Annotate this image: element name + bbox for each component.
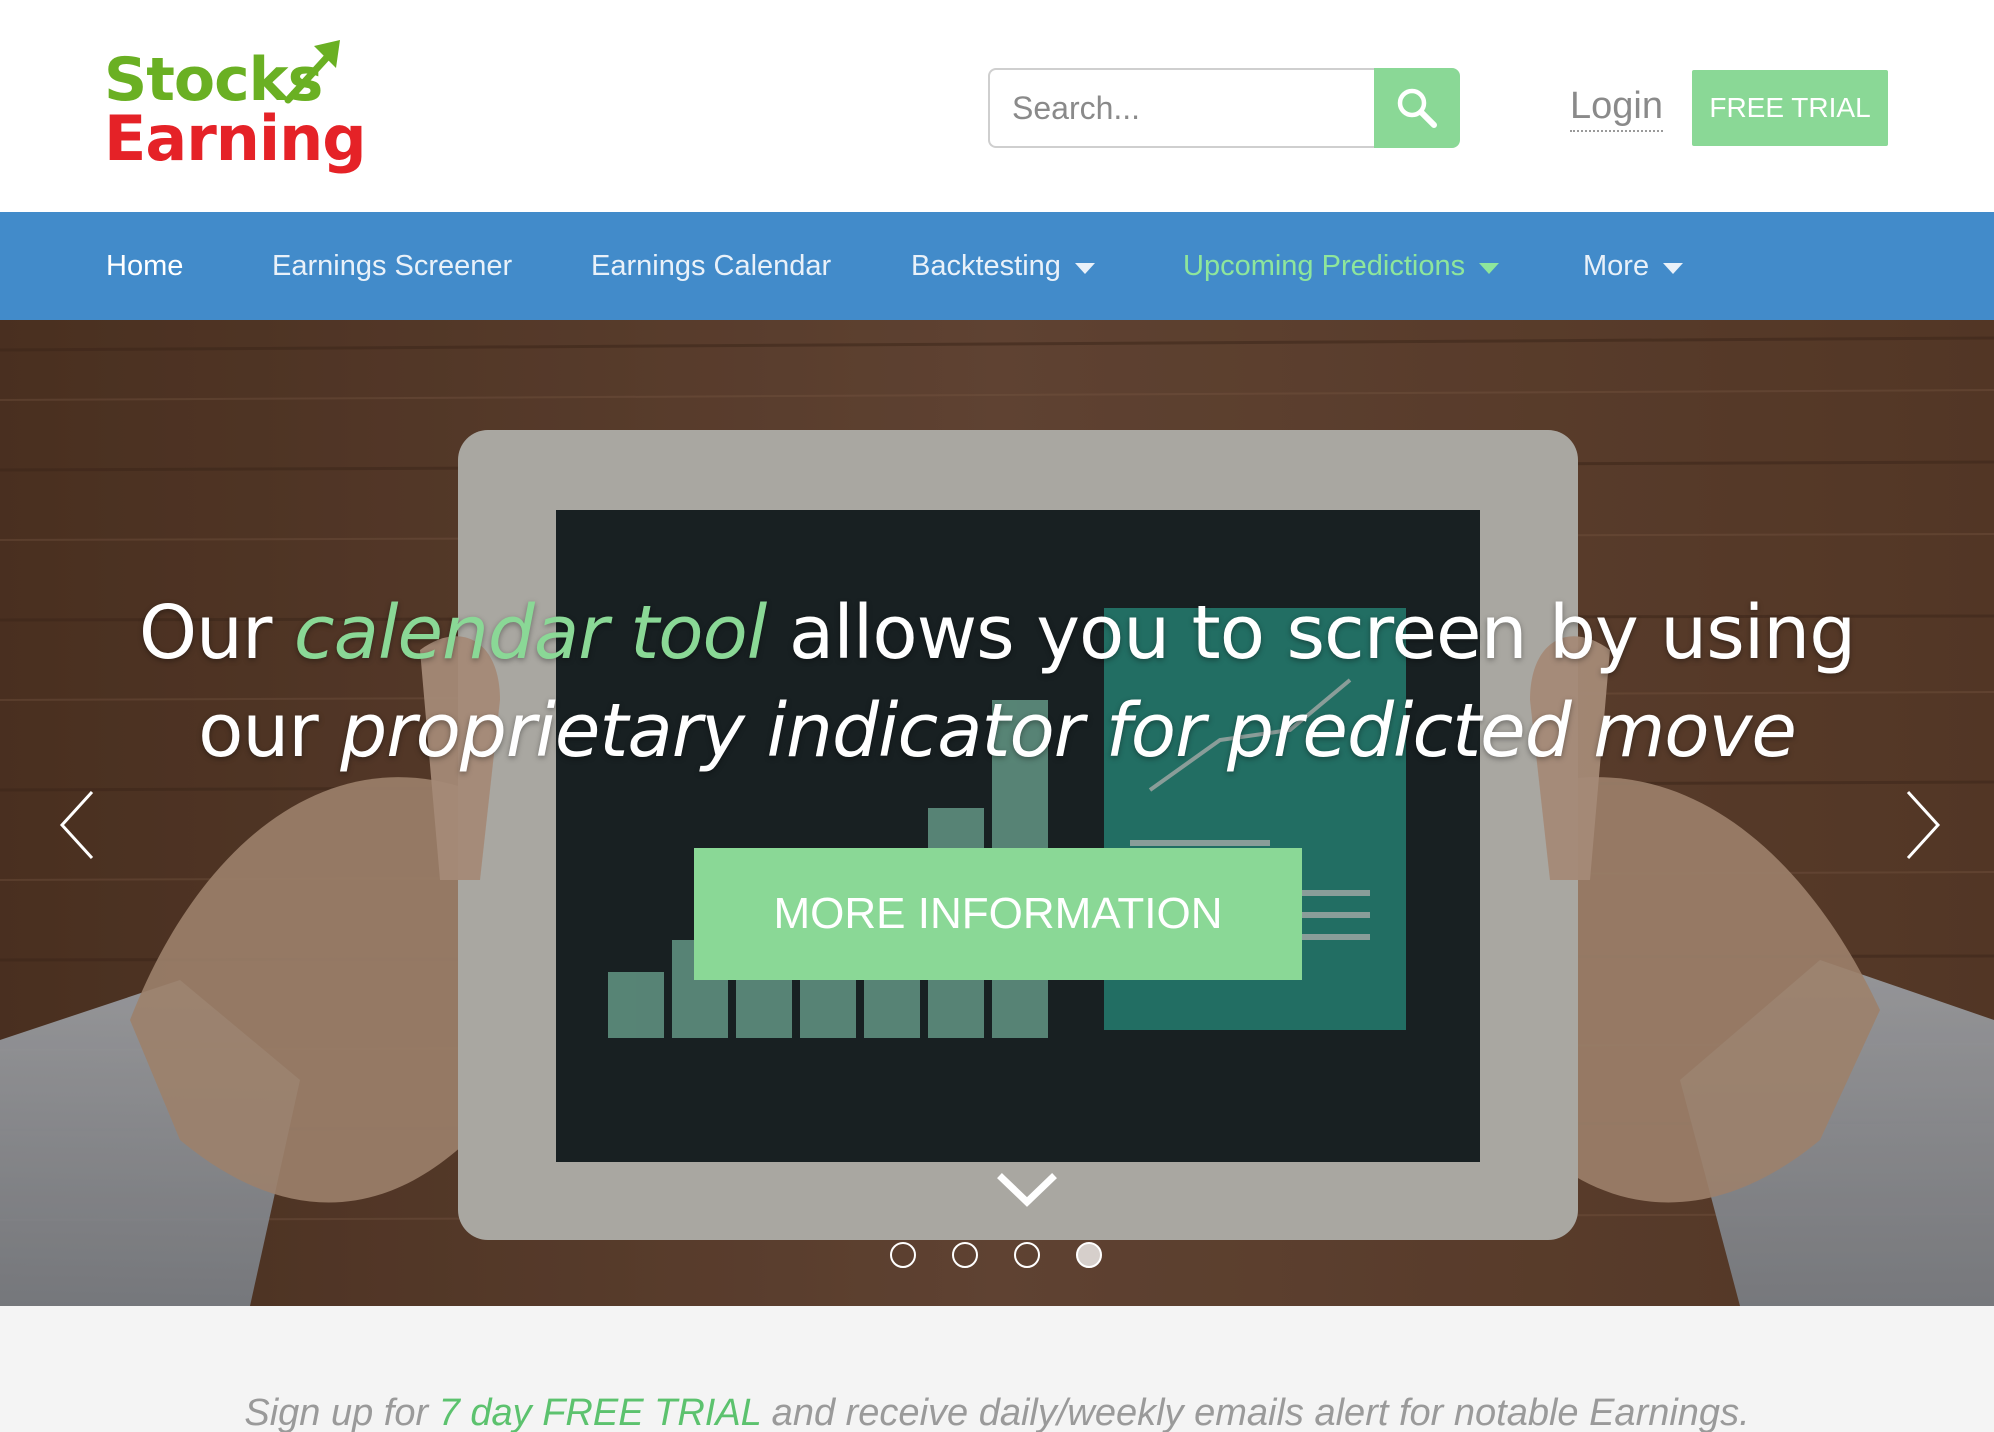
signup-text-suffix: and receive daily/weekly emails alert fo… (761, 1392, 1750, 1432)
hero-headline-line1: Our calendar tool allows you to screen b… (0, 584, 1994, 682)
nav-item-upcoming-predictions[interactable]: Upcoming Predictions (1183, 212, 1500, 320)
hero-background-image (0, 320, 1994, 1306)
chevron-right-icon[interactable] (1890, 780, 1950, 870)
nav-item-label: Upcoming Predictions (1183, 249, 1466, 282)
search-button[interactable] (1374, 68, 1460, 148)
hero-text-accent: calendar tool (293, 590, 767, 676)
site-logo[interactable]: Stocks Earning (104, 36, 367, 176)
nav-item-more[interactable]: More (1583, 212, 1684, 320)
carousel-dot-2[interactable] (952, 1242, 978, 1268)
nav-item-earnings-calendar[interactable]: Earnings Calendar (591, 212, 831, 320)
nav-item-earnings-screener[interactable]: Earnings Screener (272, 212, 512, 320)
site-header: Stocks Earning Login FREE TRIAL (0, 0, 1994, 212)
nav-item-label: Backtesting (911, 249, 1061, 282)
login-link[interactable]: Login (1570, 84, 1663, 132)
chevron-down-icon[interactable] (996, 1170, 1058, 1210)
caret-down-icon (1479, 262, 1500, 274)
signup-text-prefix: Sign up for (244, 1392, 439, 1432)
hero-text-line2-prefix: our (198, 688, 341, 774)
caret-down-icon (1663, 262, 1684, 274)
signup-text: Sign up for 7 day FREE TRIAL and receive… (0, 1392, 1994, 1432)
hero-headline: Our calendar tool allows you to screen b… (0, 584, 1994, 780)
signup-section: Sign up for 7 day FREE TRIAL and receive… (0, 1306, 1994, 1432)
hero-carousel: Our calendar tool allows you to screen b… (0, 320, 1994, 1306)
logo-text-stocks: Stocks (104, 45, 323, 115)
free-trial-button[interactable]: FREE TRIAL (1692, 70, 1888, 146)
logo-text-earning: Earning (104, 102, 367, 175)
nav-item-label: More (1583, 249, 1650, 282)
main-nav: Home Earnings Screener Earnings Calendar… (0, 212, 1994, 320)
signup-trial-link[interactable]: 7 day FREE TRIAL (439, 1392, 761, 1432)
nav-item-backtesting[interactable]: Backtesting (911, 212, 1095, 320)
search-bar (988, 68, 1460, 148)
hero-headline-line2: our proprietary indicator for predicted … (0, 682, 1994, 780)
carousel-dot-4[interactable] (1076, 1242, 1102, 1268)
caret-down-icon (1074, 262, 1095, 274)
search-input[interactable] (988, 68, 1378, 148)
carousel-dot-3[interactable] (1014, 1242, 1040, 1268)
hero-text-mid: allows you to screen by using (766, 590, 1856, 676)
hero-text-line2-em: proprietary indicator for predicted move (340, 688, 1797, 774)
hero-text-prefix: Our (138, 590, 294, 676)
carousel-dot-1[interactable] (890, 1242, 916, 1268)
nav-item-label: Earnings Calendar (591, 249, 832, 282)
carousel-indicators (890, 1242, 1102, 1270)
nav-item-home[interactable]: Home (106, 212, 183, 320)
nav-item-label: Earnings Screener (272, 249, 513, 282)
more-information-button[interactable]: MORE INFORMATION (694, 848, 1302, 980)
search-icon (1397, 88, 1437, 128)
nav-item-label: Home (106, 249, 184, 282)
chevron-left-icon[interactable] (50, 780, 110, 870)
